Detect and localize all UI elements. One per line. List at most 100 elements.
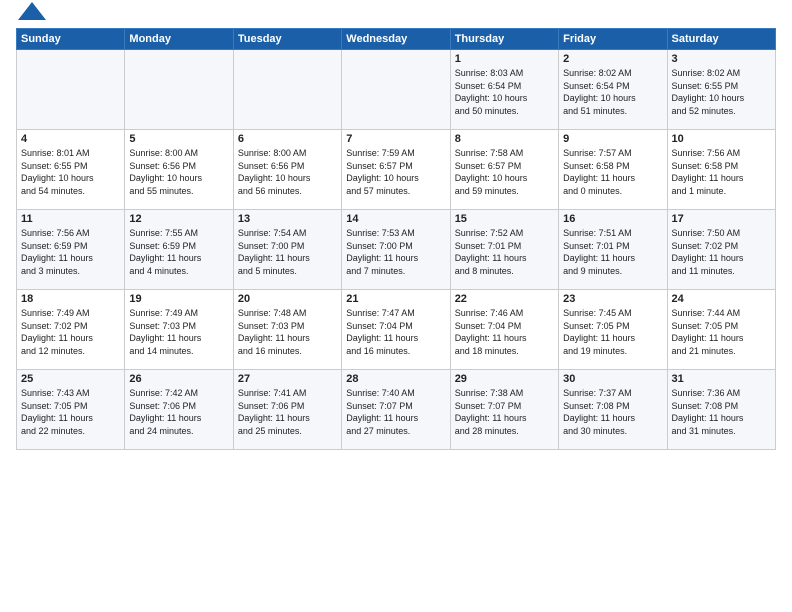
day-info: Sunrise: 8:01 AM Sunset: 6:55 PM Dayligh…	[21, 147, 120, 197]
calendar-cell: 8 Sunrise: 7:58 AM Sunset: 6:57 PM Daylig…	[450, 130, 558, 210]
day-number: 18	[21, 293, 120, 305]
calendar-cell: 31Sunrise: 7:36 AM Sunset: 7:08 PM Dayli…	[667, 370, 775, 450]
calendar-cell: 23 Sunrise: 7:45 AM Sunset: 7:05 PM Dayli…	[559, 290, 667, 370]
page: SundayMondayTuesdayWednesdayThursdayFrid…	[0, 0, 792, 612]
calendar-cell: 1 Sunrise: 8:03 AM Sunset: 6:54 PM Daylig…	[450, 50, 558, 130]
day-info: Sunrise: 7:41 AM Sunset: 7:06 PM Dayligh…	[238, 387, 337, 437]
day-info: Sunrise: 7:43 AM Sunset: 7:05 PM Dayligh…	[21, 387, 120, 437]
week-row-5: 25Sunrise: 7:43 AM Sunset: 7:05 PM Dayli…	[17, 370, 776, 450]
day-number: 7	[346, 133, 445, 145]
day-info: Sunrise: 7:51 AM Sunset: 7:01 PM Dayligh…	[563, 227, 662, 277]
weekday-header-sunday: Sunday	[17, 29, 125, 50]
day-info: Sunrise: 7:38 AM Sunset: 7:07 PM Dayligh…	[455, 387, 554, 437]
day-number: 17	[672, 213, 771, 225]
calendar-cell: 9 Sunrise: 7:57 AM Sunset: 6:58 PM Daylig…	[559, 130, 667, 210]
day-info: Sunrise: 7:42 AM Sunset: 7:06 PM Dayligh…	[129, 387, 228, 437]
calendar-cell: 30Sunrise: 7:37 AM Sunset: 7:08 PM Dayli…	[559, 370, 667, 450]
calendar-cell: 25Sunrise: 7:43 AM Sunset: 7:05 PM Dayli…	[17, 370, 125, 450]
calendar-cell: 11Sunrise: 7:56 AM Sunset: 6:59 PM Dayli…	[17, 210, 125, 290]
weekday-header-friday: Friday	[559, 29, 667, 50]
weekday-header-monday: Monday	[125, 29, 233, 50]
day-number: 20	[238, 293, 337, 305]
day-info: Sunrise: 8:00 AM Sunset: 6:56 PM Dayligh…	[129, 147, 228, 197]
day-number: 24	[672, 293, 771, 305]
day-number: 29	[455, 373, 554, 385]
day-info: Sunrise: 7:36 AM Sunset: 7:08 PM Dayligh…	[672, 387, 771, 437]
day-number: 9	[563, 133, 662, 145]
weekday-header-row: SundayMondayTuesdayWednesdayThursdayFrid…	[17, 29, 776, 50]
day-info: Sunrise: 7:37 AM Sunset: 7:08 PM Dayligh…	[563, 387, 662, 437]
calendar-cell	[125, 50, 233, 130]
day-number: 10	[672, 133, 771, 145]
day-info: Sunrise: 8:02 AM Sunset: 6:54 PM Dayligh…	[563, 67, 662, 117]
day-number: 6	[238, 133, 337, 145]
calendar-cell: 18 Sunrise: 7:49 AM Sunset: 7:02 PM Dayli…	[17, 290, 125, 370]
day-number: 23	[563, 293, 662, 305]
day-info: Sunrise: 7:56 AM Sunset: 6:58 PM Dayligh…	[672, 147, 771, 197]
day-number: 22	[455, 293, 554, 305]
day-info: Sunrise: 7:45 AM Sunset: 7:05 PM Dayligh…	[563, 307, 662, 357]
day-number: 26	[129, 373, 228, 385]
day-number: 4	[21, 133, 120, 145]
day-info: Sunrise: 7:53 AM Sunset: 7:00 PM Dayligh…	[346, 227, 445, 277]
day-number: 2	[563, 53, 662, 65]
calendar-cell: 6 Sunrise: 8:00 AM Sunset: 6:56 PM Daylig…	[233, 130, 341, 210]
calendar-cell: 5Sunrise: 8:00 AM Sunset: 6:56 PM Daylig…	[125, 130, 233, 210]
day-number: 8	[455, 133, 554, 145]
day-number: 27	[238, 373, 337, 385]
day-info: Sunrise: 7:40 AM Sunset: 7:07 PM Dayligh…	[346, 387, 445, 437]
day-info: Sunrise: 7:49 AM Sunset: 7:03 PM Dayligh…	[129, 307, 228, 357]
day-number: 12	[129, 213, 228, 225]
calendar-cell: 3Sunrise: 8:02 AM Sunset: 6:55 PM Daylig…	[667, 50, 775, 130]
calendar-cell: 14 Sunrise: 7:53 AM Sunset: 7:00 PM Dayli…	[342, 210, 450, 290]
day-info: Sunrise: 8:00 AM Sunset: 6:56 PM Dayligh…	[238, 147, 337, 197]
day-info: Sunrise: 7:47 AM Sunset: 7:04 PM Dayligh…	[346, 307, 445, 357]
day-number: 16	[563, 213, 662, 225]
day-info: Sunrise: 7:59 AM Sunset: 6:57 PM Dayligh…	[346, 147, 445, 197]
day-info: Sunrise: 7:44 AM Sunset: 7:05 PM Dayligh…	[672, 307, 771, 357]
week-row-1: 1 Sunrise: 8:03 AM Sunset: 6:54 PM Daylig…	[17, 50, 776, 130]
day-info: Sunrise: 7:58 AM Sunset: 6:57 PM Dayligh…	[455, 147, 554, 197]
weekday-header-thursday: Thursday	[450, 29, 558, 50]
day-info: Sunrise: 7:48 AM Sunset: 7:03 PM Dayligh…	[238, 307, 337, 357]
day-number: 3	[672, 53, 771, 65]
logo	[16, 12, 46, 20]
day-info: Sunrise: 7:49 AM Sunset: 7:02 PM Dayligh…	[21, 307, 120, 357]
calendar-cell: 20 Sunrise: 7:48 AM Sunset: 7:03 PM Dayli…	[233, 290, 341, 370]
calendar-cell	[17, 50, 125, 130]
day-number: 19	[129, 293, 228, 305]
weekday-header-wednesday: Wednesday	[342, 29, 450, 50]
calendar-cell: 24 Sunrise: 7:44 AM Sunset: 7:05 PM Dayli…	[667, 290, 775, 370]
day-number: 1	[455, 53, 554, 65]
calendar-cell: 29 Sunrise: 7:38 AM Sunset: 7:07 PM Dayli…	[450, 370, 558, 450]
header	[16, 12, 776, 20]
day-number: 14	[346, 213, 445, 225]
day-info: Sunrise: 7:57 AM Sunset: 6:58 PM Dayligh…	[563, 147, 662, 197]
calendar-cell: 7 Sunrise: 7:59 AM Sunset: 6:57 PM Daylig…	[342, 130, 450, 210]
week-row-3: 11Sunrise: 7:56 AM Sunset: 6:59 PM Dayli…	[17, 210, 776, 290]
week-row-4: 18 Sunrise: 7:49 AM Sunset: 7:02 PM Dayli…	[17, 290, 776, 370]
day-number: 21	[346, 293, 445, 305]
calendar-cell	[233, 50, 341, 130]
day-info: Sunrise: 8:03 AM Sunset: 6:54 PM Dayligh…	[455, 67, 554, 117]
day-info: Sunrise: 7:50 AM Sunset: 7:02 PM Dayligh…	[672, 227, 771, 277]
calendar-cell: 19 Sunrise: 7:49 AM Sunset: 7:03 PM Dayli…	[125, 290, 233, 370]
calendar-cell: 16 Sunrise: 7:51 AM Sunset: 7:01 PM Dayli…	[559, 210, 667, 290]
calendar-cell: 28 Sunrise: 7:40 AM Sunset: 7:07 PM Dayli…	[342, 370, 450, 450]
day-info: Sunrise: 7:46 AM Sunset: 7:04 PM Dayligh…	[455, 307, 554, 357]
day-info: Sunrise: 7:52 AM Sunset: 7:01 PM Dayligh…	[455, 227, 554, 277]
day-info: Sunrise: 7:54 AM Sunset: 7:00 PM Dayligh…	[238, 227, 337, 277]
day-number: 28	[346, 373, 445, 385]
calendar-cell: 10 Sunrise: 7:56 AM Sunset: 6:58 PM Dayli…	[667, 130, 775, 210]
calendar-cell: 26 Sunrise: 7:42 AM Sunset: 7:06 PM Dayli…	[125, 370, 233, 450]
weekday-header-tuesday: Tuesday	[233, 29, 341, 50]
calendar-cell: 17 Sunrise: 7:50 AM Sunset: 7:02 PM Dayli…	[667, 210, 775, 290]
day-number: 13	[238, 213, 337, 225]
calendar-cell: 4 Sunrise: 8:01 AM Sunset: 6:55 PM Daylig…	[17, 130, 125, 210]
day-number: 11	[21, 213, 120, 225]
calendar-cell: 2 Sunrise: 8:02 AM Sunset: 6:54 PM Daylig…	[559, 50, 667, 130]
calendar-cell: 12Sunrise: 7:55 AM Sunset: 6:59 PM Dayli…	[125, 210, 233, 290]
calendar-cell: 13 Sunrise: 7:54 AM Sunset: 7:00 PM Dayli…	[233, 210, 341, 290]
logo-icon	[18, 2, 46, 20]
day-number: 15	[455, 213, 554, 225]
